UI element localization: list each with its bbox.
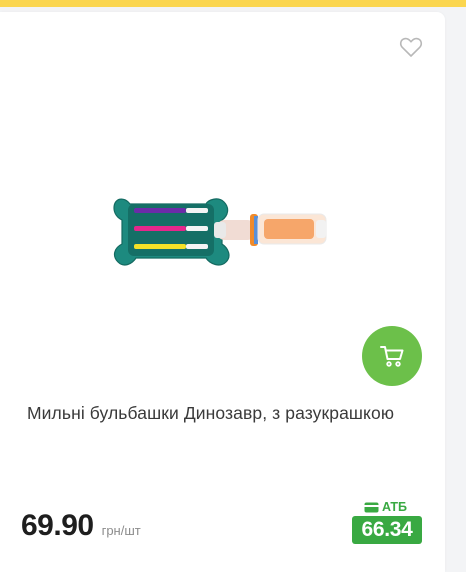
price-unit: грн/шт: [101, 523, 141, 538]
promo-price-badge: 66.34: [352, 516, 422, 544]
promo-label: АТБ: [364, 500, 407, 514]
top-accent-stripe: [0, 0, 466, 7]
product-title[interactable]: Мильні бульбашки Динозавр, з разукрашкою: [27, 400, 427, 427]
product-image: [113, 198, 327, 266]
promo-label-text: АТБ: [382, 500, 408, 514]
cart-icon: [380, 346, 404, 367]
card-icon: [364, 502, 379, 512]
product-card[interactable]: [0, 12, 445, 572]
price-block: 69.90 грн/шт: [21, 509, 141, 543]
favorite-button[interactable]: [398, 35, 424, 59]
heart-icon: [399, 37, 423, 57]
add-to-cart-button[interactable]: [362, 326, 422, 386]
regular-price: 69.90: [21, 509, 94, 542]
